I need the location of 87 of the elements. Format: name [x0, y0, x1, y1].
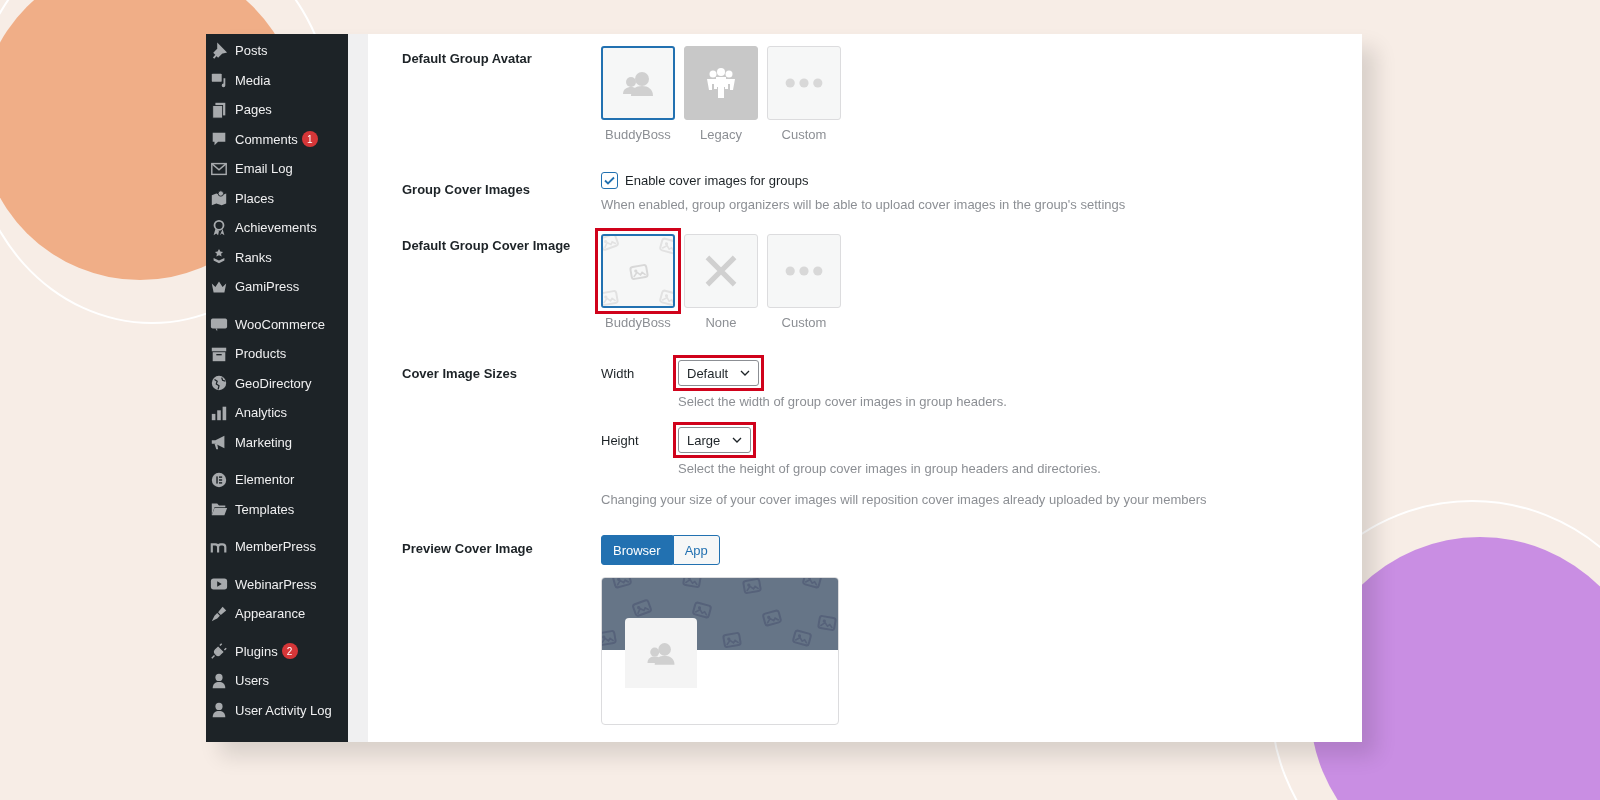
count-badge: 1 [301, 131, 318, 148]
dropdown-value: Default [687, 365, 729, 381]
menu-label: MemberPress [235, 539, 316, 555]
help-text: Changing your size of your cover images will reposition cover images already uploaded by your members [601, 492, 1207, 507]
dropdown[interactable]: Large [678, 427, 752, 453]
plug-icon [210, 642, 228, 661]
menu-label: Pages [235, 102, 272, 118]
menu-label: WebinarPress [235, 576, 317, 592]
dropdown-value: Large [687, 432, 721, 448]
option-caption: Custom [781, 315, 827, 330]
paintbrush-icon [210, 604, 228, 623]
sidebar-item[interactable]: Templates [210, 494, 348, 524]
menu-label: Appearance [235, 606, 306, 622]
menu-label: Achievements [235, 220, 317, 236]
dropdown[interactable]: Default [678, 360, 760, 386]
sidebar-item[interactable]: Achievements [210, 213, 348, 243]
chevron-down-icon [732, 436, 743, 444]
option-card[interactable] [601, 234, 675, 308]
checkbox[interactable] [601, 172, 618, 189]
image-pattern-icon [603, 236, 673, 306]
setting-label: Preview Cover Image [402, 541, 534, 556]
sidebar-item[interactable]: Pages [210, 95, 348, 125]
menu-label: Templates [235, 501, 295, 517]
sidebar-item[interactable]: Marketing [210, 427, 348, 457]
field-label: Width [601, 365, 636, 381]
sidebar-item[interactable]: User Activity Log [210, 695, 348, 725]
user-icon [210, 671, 228, 690]
setting-label: Cover Image Sizes [402, 366, 518, 381]
setting-label: Group Cover Images [402, 182, 531, 197]
checkbox-label: Enable cover images for groups [625, 173, 809, 188]
menu-label: Email Log [235, 161, 293, 177]
map-pin-icon [210, 189, 228, 208]
globe-icon [210, 374, 228, 393]
user-icon [210, 701, 228, 720]
option-caption: Legacy [700, 127, 742, 142]
menu-label: Posts [235, 43, 268, 59]
tab[interactable]: Browser [601, 535, 673, 565]
sidebar-item[interactable]: Ranks [210, 242, 348, 272]
option-card[interactable] [601, 46, 675, 120]
menu-label: Ranks [235, 249, 272, 265]
sidebar-item[interactable]: Appearance [210, 599, 348, 629]
chevron-down-icon [740, 369, 751, 377]
field-label: Height [601, 432, 640, 448]
sidebar-item[interactable]: Analytics [210, 398, 348, 428]
menu-label: Products [235, 346, 287, 362]
sidebar-item[interactable]: Products [210, 339, 348, 369]
sidebar-item[interactable]: MemberPress [210, 532, 348, 562]
menu-label: Places [235, 190, 275, 206]
sidebar-item[interactable]: Places [210, 183, 348, 213]
setting-label: Default Group Cover Image [402, 238, 572, 253]
menu-label: WooCommerce [235, 316, 326, 332]
menu-label: Elementor [235, 472, 295, 488]
sidebar-item[interactable]: GamiPress [210, 272, 348, 302]
sidebar-item[interactable]: Email Log [210, 154, 348, 184]
elementor-icon [210, 470, 228, 489]
menu-label: Marketing [235, 434, 293, 450]
sidebar-item[interactable]: Media [210, 65, 348, 95]
menu-label: Media [235, 72, 271, 88]
sidebar-item[interactable]: Elementor [210, 465, 348, 495]
count-badge: 2 [281, 643, 298, 660]
menu-label: Comments [235, 131, 298, 147]
sidebar-item[interactable]: WooCommerce [210, 309, 348, 339]
media-icon [210, 71, 228, 90]
sidebar-item[interactable]: Plugins 2 [210, 636, 348, 666]
help-text: When enabled, group organizers will be able to upload cover images in the group's settings [601, 197, 1126, 212]
pages-icon [210, 100, 228, 119]
sidebar-item[interactable]: WebinarPress [210, 569, 348, 599]
tab[interactable]: App [672, 535, 720, 565]
sidebar-item[interactable]: Comments 1 [210, 124, 348, 154]
sidebar-item[interactable]: Users [210, 666, 348, 696]
option-caption: None [705, 315, 737, 330]
checkmark-icon [604, 176, 615, 185]
setting-label: Default Group Avatar [402, 51, 533, 66]
pin-icon [210, 41, 228, 60]
help-text: Select the width of group cover images in group headers. [678, 394, 1008, 409]
menu-label: GamiPress [235, 279, 300, 295]
option-caption: BuddyBoss [605, 315, 671, 330]
help-text: Select the height of group cover images in group headers and directories. [678, 461, 1102, 476]
menu-label: Analytics [235, 405, 288, 421]
menu-label: User Activity Log [235, 702, 332, 718]
menu-label: Users [235, 673, 269, 689]
menu-label: GeoDirectory [235, 375, 312, 391]
sidebar-item[interactable]: Posts [210, 36, 348, 66]
menu-label: Plugins [235, 643, 278, 659]
option-caption: Custom [781, 127, 827, 142]
sidebar-item[interactable]: GeoDirectory [210, 368, 348, 398]
option-caption: BuddyBoss [605, 127, 671, 142]
